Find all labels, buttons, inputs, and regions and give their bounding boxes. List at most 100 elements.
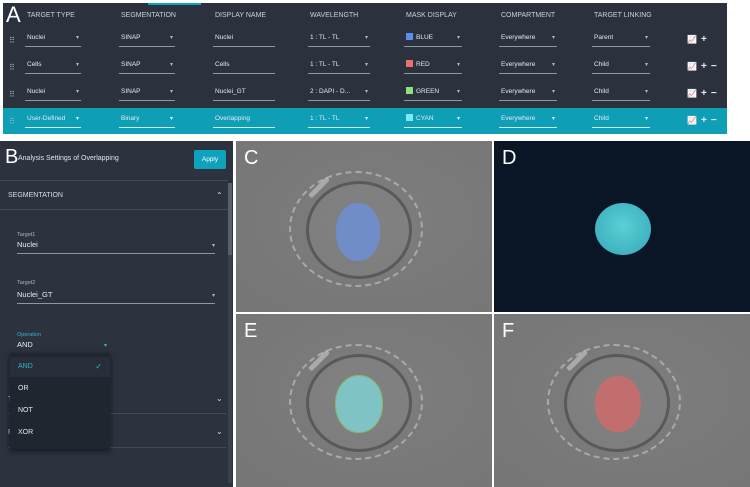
chevron-up-icon[interactable]: ⌃ <box>216 191 223 200</box>
menu-item-not[interactable]: NOT <box>10 401 110 421</box>
target1-select[interactable]: Nuclei ▾ <box>17 240 215 254</box>
mask-display-select[interactable]: RED ▾ <box>404 59 462 74</box>
scrollbar[interactable] <box>228 183 232 483</box>
display-name-value: Overlapping <box>215 115 251 122</box>
target-type-value: Nuclei <box>27 34 46 41</box>
mask-display-select[interactable]: BLUE ▾ <box>404 32 462 47</box>
add-row-button[interactable]: + <box>701 88 707 99</box>
mask-value: CYAN <box>416 115 434 122</box>
chevron-down-icon: ▾ <box>364 89 368 95</box>
chart-icon[interactable]: 📈 <box>687 35 697 44</box>
chevron-down-icon: ▾ <box>211 243 215 249</box>
wavelength-select[interactable]: 2 : DAPI - D... ▾ <box>308 86 370 101</box>
menu-item-label: NOT <box>18 407 33 414</box>
chevron-down-icon: ▾ <box>644 116 648 122</box>
wavelength-select[interactable]: 1 : TL - TL ▾ <box>308 113 370 128</box>
display-name-input[interactable]: Nuclei <box>213 32 275 47</box>
chart-icon[interactable]: 📈 <box>687 116 697 125</box>
cell-mask <box>595 376 641 432</box>
compartment-select[interactable]: Everywhere ▾ <box>499 113 557 128</box>
segmentation-select[interactable]: SINAP ▾ <box>119 32 175 47</box>
target-type-select[interactable]: Nuclei ▾ <box>25 32 81 47</box>
remove-row-button[interactable]: − <box>711 61 717 72</box>
drag-handle-icon[interactable]: ⠿ <box>9 36 15 45</box>
display-name-value: Cells <box>215 61 230 68</box>
chevron-down-icon: ▾ <box>75 35 79 41</box>
chevron-down-icon[interactable]: ⌄ <box>216 427 223 436</box>
display-name-input[interactable]: Nuclei_GT <box>213 86 275 101</box>
chevron-down-icon[interactable]: ⌄ <box>216 394 223 403</box>
compartment-select[interactable]: Everywhere ▾ <box>499 59 557 74</box>
target-type-select[interactable]: User-Defined ▾ <box>25 113 81 128</box>
wavelength-select[interactable]: 1 : TL - TL ▾ <box>308 59 370 74</box>
target2-value: Nuclei_GT <box>17 290 53 299</box>
add-row-button[interactable]: + <box>701 115 707 126</box>
display-name-input[interactable]: Cells <box>213 59 275 74</box>
mask-color-swatch <box>406 114 413 121</box>
chart-icon[interactable]: 📈 <box>687 62 697 71</box>
mask-color-swatch <box>406 87 413 94</box>
apply-button[interactable]: Apply <box>194 150 226 169</box>
segmentation-select[interactable]: Binary ▾ <box>119 113 175 128</box>
chevron-down-icon: ▾ <box>644 62 648 68</box>
compartment-select[interactable]: Everywhere ▾ <box>499 86 557 101</box>
target-linking-select[interactable]: Child ▾ <box>592 59 650 74</box>
panel-label-a: A <box>6 2 21 27</box>
scrollbar-thumb[interactable] <box>228 183 232 255</box>
add-row-button[interactable]: + <box>701 61 707 72</box>
segmentation-select[interactable]: SINAP ▾ <box>119 86 175 101</box>
target-type-value: User-Defined <box>27 115 66 122</box>
chevron-down-icon: ▾ <box>75 116 79 122</box>
chevron-down-icon: ▾ <box>169 62 173 68</box>
table-row-selected[interactable]: ⠿ User-Defined ▾ Binary ▾ Overlapping 1 : … <box>3 108 727 134</box>
drag-handle-icon[interactable]: ⠿ <box>9 90 15 99</box>
chevron-down-icon: ▾ <box>456 116 460 122</box>
mask-value: RED <box>416 61 430 68</box>
target-type-value: Cells <box>27 61 42 68</box>
panel-label-e: E <box>244 320 258 342</box>
operation-select[interactable]: AND ▾ <box>17 340 107 354</box>
header-wavelength: WAVELENGTH <box>310 12 359 19</box>
chevron-down-icon: ▾ <box>364 116 368 122</box>
tab-accent-bar <box>148 3 201 5</box>
table-row[interactable]: ⠿ Nuclei ▾ SINAP ▾ Nuclei 1 : TL - TL ▾ BLU… <box>3 27 727 53</box>
wavelength-select[interactable]: 1 : TL - TL ▾ <box>308 32 370 47</box>
chart-icon[interactable]: 📈 <box>687 89 697 98</box>
operation-dropdown-menu: AND ✓ OR NOT XOR <box>10 353 110 449</box>
drag-handle-icon[interactable]: ⠿ <box>9 63 15 72</box>
divider <box>0 180 228 181</box>
remove-row-button[interactable]: − <box>711 115 717 126</box>
compartment-select[interactable]: Everywhere ▾ <box>499 32 557 47</box>
mask-display-select[interactable]: GREEN ▾ <box>404 86 462 101</box>
target-linking-select[interactable]: Child ▾ <box>592 86 650 101</box>
operation-label: Operation <box>17 332 42 338</box>
drag-handle-icon[interactable]: ⠿ <box>9 117 15 126</box>
nucleus-fluorescence <box>595 203 651 255</box>
table-row[interactable]: ⠿ Nuclei ▾ SINAP ▾ Nuclei_GT 2 : DAPI - D.… <box>3 81 727 107</box>
target-linking-select[interactable]: Parent ▾ <box>592 32 650 47</box>
chevron-down-icon: ▾ <box>456 89 460 95</box>
segmentation-select[interactable]: SINAP ▾ <box>119 59 175 74</box>
row-actions: 📈 + − <box>687 88 721 99</box>
menu-item-and[interactable]: AND ✓ <box>10 357 110 377</box>
mask-display-select[interactable]: CYAN ▾ <box>404 113 462 128</box>
panel-label-f: F <box>502 320 515 342</box>
target-type-select[interactable]: Cells ▾ <box>25 59 81 74</box>
compartment-value: Everywhere <box>501 61 536 68</box>
add-row-button[interactable]: + <box>701 34 707 45</box>
remove-row-button[interactable]: − <box>711 88 717 99</box>
header-display-name: DISPLAY NAME <box>215 12 267 19</box>
section-segmentation-label: SEGMENTATION <box>8 192 63 199</box>
table-row[interactable]: ⠿ Cells ▾ SINAP ▾ Cells 1 : TL - TL ▾ RED ▾ … <box>3 54 727 80</box>
display-name-value: Nuclei <box>215 34 234 41</box>
display-name-input[interactable]: Overlapping <box>213 113 275 128</box>
target2-select[interactable]: Nuclei_GT ▾ <box>17 290 215 304</box>
menu-item-or[interactable]: OR <box>10 379 110 399</box>
target-type-select[interactable]: Nuclei ▾ <box>25 86 81 101</box>
target-linking-select[interactable]: Child ▾ <box>592 113 650 128</box>
chevron-down-icon: ▾ <box>551 116 555 122</box>
segmentation-value: SINAP <box>121 34 141 41</box>
compartment-value: Everywhere <box>501 115 536 122</box>
chevron-down-icon: ▾ <box>364 35 368 41</box>
menu-item-xor[interactable]: XOR <box>10 423 110 443</box>
